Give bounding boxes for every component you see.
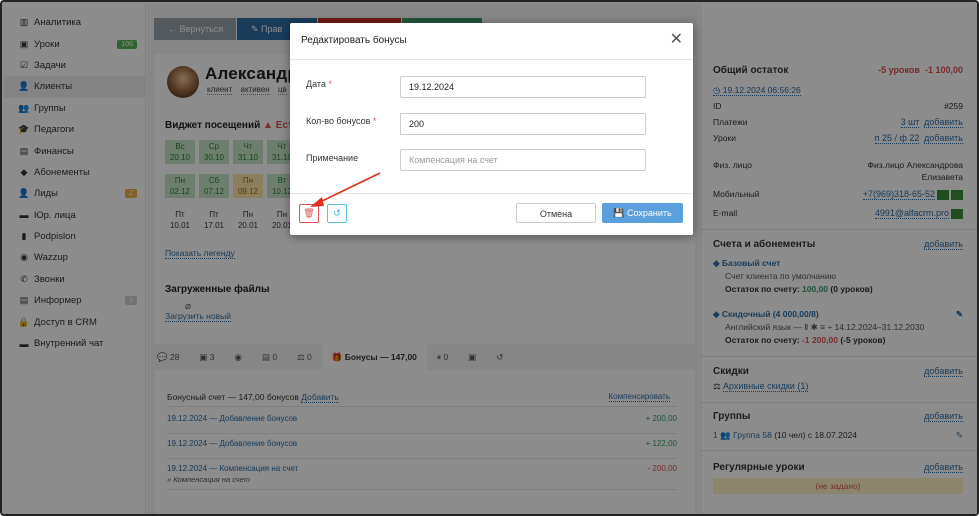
app-window: ▥ Аналитика ▣ Уроки 106 ☑ Задачи 👤 Клиенты 👥 Групп…: [0, 0, 979, 516]
note-input[interactable]: [400, 149, 646, 171]
close-icon[interactable]: ✕: [670, 29, 683, 49]
note-label: Примечание: [306, 153, 359, 163]
qty-label: Кол-во бонусов *: [306, 116, 377, 126]
modal-title: Редактировать бонусы: [301, 35, 407, 46]
annotation-arrow: [310, 172, 381, 207]
save-button[interactable]: 💾 Сохранить: [602, 203, 683, 223]
date-input[interactable]: [400, 76, 646, 98]
bonus-qty-input[interactable]: [400, 113, 646, 135]
date-label: Дата *: [306, 79, 332, 89]
cancel-button[interactable]: Отмена: [516, 203, 596, 223]
